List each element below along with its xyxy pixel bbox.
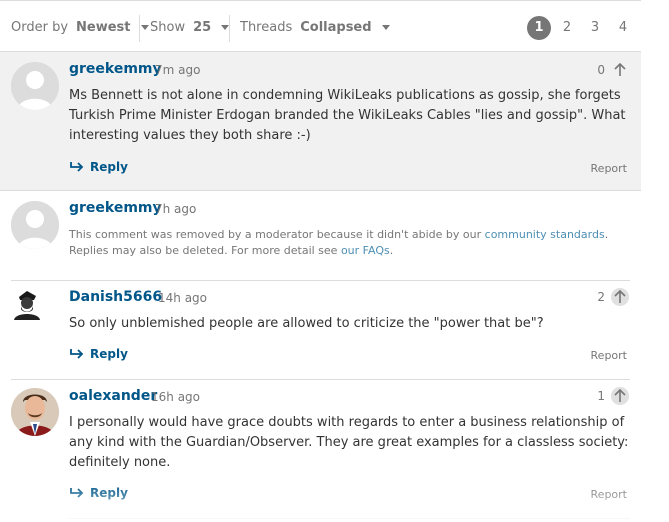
page-2-button[interactable]: 2 (555, 16, 579, 40)
comment-timestamp[interactable]: 7h ago (155, 202, 196, 216)
comment: oalexander 16h ago 1 I personally would … (0, 380, 641, 520)
show-label: Show (150, 19, 186, 35)
show-count-dropdown[interactable]: Show 25 (150, 1, 230, 53)
comment-body: So only unblemished people are allowed t… (69, 316, 544, 331)
default-avatar-icon (11, 201, 59, 249)
reply-arrow-icon (70, 349, 84, 359)
toolbar-divider (229, 15, 230, 42)
avatar[interactable] (11, 288, 43, 320)
avatar[interactable] (11, 388, 59, 436)
recommend-button[interactable] (611, 387, 629, 405)
reply-arrow-icon (70, 488, 84, 498)
arrow-up-icon (614, 290, 626, 303)
avatar[interactable] (11, 62, 59, 110)
page-4-button[interactable]: 4 (611, 16, 635, 40)
recommend-count: 0 (597, 63, 605, 77)
comment-username[interactable]: Danish5666 (69, 289, 162, 305)
order-by-label: Order by (11, 19, 69, 35)
reply-label: Reply (90, 160, 128, 174)
comment-divider (69, 518, 630, 519)
comments-toolbar: Order by Newest Show 25 Threads Collapse… (0, 0, 641, 52)
comment-timestamp[interactable]: 16h ago (151, 390, 200, 404)
reply-arrow-icon (70, 162, 84, 172)
threads-label: Threads (240, 19, 293, 35)
report-link[interactable]: Report (591, 162, 627, 175)
chevron-down-icon (381, 24, 390, 30)
report-link[interactable]: Report (591, 488, 627, 501)
recommend-count: 2 (597, 290, 605, 304)
report-link[interactable]: Report (591, 349, 627, 362)
recommend-control: 0 (597, 61, 629, 79)
reply-label: Reply (90, 486, 128, 500)
comment: Danish5666 14h ago 2 So only unblemished… (0, 281, 641, 379)
default-avatar-icon (11, 62, 59, 110)
reply-label: Reply (90, 347, 128, 361)
show-value: 25 (193, 19, 212, 35)
arrow-up-icon (614, 389, 626, 402)
recommend-count: 1 (597, 389, 605, 403)
chevron-down-icon (221, 24, 230, 30)
moderation-notice: This comment was removed by a moderator … (69, 228, 609, 257)
comment-username[interactable]: oalexander (69, 388, 157, 404)
user-avatar-image (11, 288, 43, 320)
faqs-link[interactable]: our FAQs (341, 244, 390, 257)
order-by-dropdown[interactable]: Order by Newest (11, 1, 149, 53)
comment-removed: greekemmy 7h ago This comment was remove… (0, 191, 641, 280)
reply-button[interactable]: Reply (70, 160, 128, 174)
comment-body: Ms Bennett is not alone in condemning Wi… (69, 88, 626, 143)
order-by-value: Newest (76, 19, 131, 35)
threads-dropdown[interactable]: Threads Collapsed (240, 1, 390, 53)
chevron-down-icon (140, 24, 149, 30)
arrow-up-icon (614, 63, 626, 76)
reply-button[interactable]: Reply (70, 486, 128, 500)
reply-button[interactable]: Reply (70, 347, 128, 361)
recommend-button[interactable] (611, 288, 629, 306)
comment-timestamp[interactable]: 14h ago (158, 291, 207, 305)
pagination: 1 2 3 4 (523, 16, 635, 40)
recommend-control: 2 (597, 288, 629, 306)
threads-value: Collapsed (300, 19, 372, 35)
comment-body: I personally would have grace doubts wit… (69, 415, 629, 470)
avatar[interactable] (11, 201, 59, 249)
community-standards-link[interactable]: community standards (485, 228, 605, 241)
recommend-button[interactable] (611, 61, 629, 79)
toolbar-divider (139, 15, 140, 42)
page-3-button[interactable]: 3 (583, 16, 607, 40)
user-avatar-image (11, 388, 59, 436)
comment-timestamp[interactable]: 7m ago (155, 63, 200, 77)
comment-username[interactable]: greekemmy (69, 200, 162, 216)
comment-username[interactable]: greekemmy (69, 61, 162, 77)
page-1-button[interactable]: 1 (527, 16, 551, 40)
comment: greekemmy 7m ago 0 Ms Bennett is not alo… (0, 52, 641, 191)
recommend-control: 1 (597, 387, 629, 405)
